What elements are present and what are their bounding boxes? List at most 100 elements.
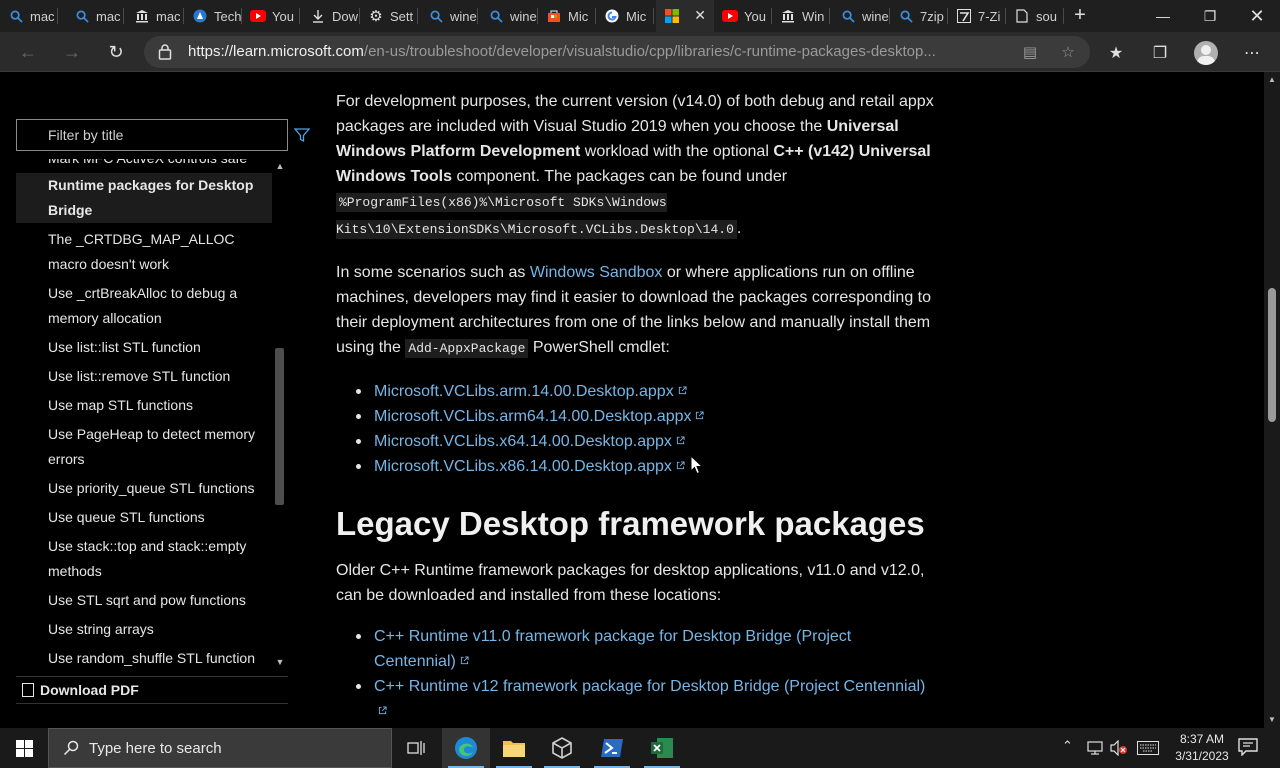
browser-tab[interactable]: You [714, 0, 772, 32]
filter-input[interactable] [17, 120, 287, 150]
toc-scrollbar[interactable]: ▲ ▼ [272, 159, 288, 671]
tray-chevron-icon[interactable]: ⌃ [1062, 738, 1073, 754]
taskbar-3d-app[interactable] [538, 728, 586, 768]
browser-tab[interactable]: Win [772, 0, 830, 32]
toc-item[interactable]: Use priority_queue STL functions [16, 476, 272, 501]
toc-scroll-thumb[interactable] [275, 348, 284, 505]
browser-tab[interactable]: mac [126, 0, 184, 32]
favorites-icon[interactable]: ★ [1105, 42, 1127, 64]
start-button[interactable] [0, 728, 48, 768]
favorite-star-icon[interactable]: ☆ [1058, 42, 1078, 62]
task-view-button[interactable] [392, 728, 440, 768]
taskbar-powershell[interactable] [588, 728, 636, 768]
toc-item[interactable]: Mark MFC ActiveX controls safe [16, 159, 272, 171]
browser-tab[interactable]: Dow [302, 0, 360, 32]
browser-tab[interactable]: Tech [184, 0, 242, 32]
url-text[interactable]: https://learn.microsoft.com/en-us/troubl… [188, 43, 1008, 60]
page-scrollbar[interactable]: ▲ ▼ [1264, 72, 1280, 728]
toc-scroll-up-icon[interactable]: ▲ [272, 161, 288, 171]
toc-scroll-down-icon[interactable]: ▼ [272, 657, 288, 667]
filter-icon[interactable] [294, 127, 310, 143]
browser-tab[interactable]: ✕ [656, 0, 714, 32]
toc-item[interactable]: Use map STL functions [16, 393, 272, 418]
tab-title: mac [156, 8, 181, 24]
volume-muted-icon[interactable] [1110, 740, 1128, 756]
address-bar[interactable]: https://learn.microsoft.com/en-us/troubl… [144, 36, 1090, 68]
restore-button[interactable]: ❐ [1187, 0, 1233, 32]
taskbar-edge[interactable] [442, 728, 490, 768]
tab-title: You [272, 8, 294, 24]
close-window-button[interactable]: ✕ [1234, 0, 1280, 32]
toc-item[interactable]: Use PageHeap to detect memory errors [16, 422, 272, 472]
browser-tab[interactable]: wine [420, 0, 478, 32]
tab-title: sou [1036, 8, 1057, 24]
profile-avatar[interactable] [1194, 41, 1218, 65]
package-download-link[interactable]: Microsoft.VCLibs.x64.14.00.Desktop.appx [374, 433, 685, 450]
toc-item[interactable]: Use list::list STL function [16, 335, 272, 360]
page-scroll-thumb[interactable] [1268, 288, 1276, 422]
browser-tab[interactable]: mac [66, 0, 124, 32]
keyboard-icon[interactable] [1137, 741, 1159, 755]
minimize-button[interactable]: — [1140, 0, 1186, 32]
package-download-link[interactable]: Microsoft.VCLibs.arm64.14.00.Desktop.app… [374, 408, 705, 425]
tab-separator [1063, 8, 1064, 24]
read-aloud-icon[interactable]: ▤ [1020, 42, 1040, 62]
toc-item[interactable]: Use random_shuffle STL function [16, 646, 272, 669]
taskbar-excel[interactable] [638, 728, 686, 768]
notifications-icon[interactable] [1238, 738, 1258, 756]
taskbar-search[interactable]: Type here to search [48, 728, 392, 768]
package-download-link[interactable]: Microsoft.VCLibs.x86.14.00.Desktop.appx [374, 458, 685, 475]
toc-item[interactable]: Use stack::top and stack::empty methods [16, 534, 272, 584]
list-item: Microsoft.VCLibs.arm.14.00.Desktop.appx [336, 379, 936, 404]
back-button[interactable]: ← [14, 38, 42, 66]
lock-icon [158, 44, 172, 60]
tab-title: wine [510, 8, 537, 24]
browser-tab[interactable]: wine [480, 0, 538, 32]
toc-item[interactable]: Use queue STL functions [16, 505, 272, 530]
table-of-contents: Mark MFC ActiveX controls safe Runtime pa… [16, 159, 272, 669]
tab-separator [653, 8, 654, 24]
toc-item[interactable]: Use list::remove STL function [16, 364, 272, 389]
search-icon [63, 740, 79, 756]
toc-item[interactable]: Use _crtBreakAlloc to debug a memory all… [16, 281, 272, 331]
browser-tab[interactable]: ⚙ Sett [360, 0, 418, 32]
new-tab-button[interactable]: + [1068, 4, 1092, 28]
windows-sandbox-link[interactable]: Windows Sandbox [530, 264, 663, 281]
package-download-link[interactable]: Microsoft.VCLibs.arm.14.00.Desktop.appx [374, 383, 687, 400]
browser-tab[interactable]: sou [1006, 0, 1064, 32]
tab-title: You [744, 8, 766, 24]
more-menu-icon[interactable]: ⋯ [1241, 42, 1263, 64]
browser-tab[interactable]: You [242, 0, 300, 32]
scroll-down-icon[interactable]: ▼ [1264, 715, 1280, 724]
tab-title: wine [862, 8, 889, 24]
network-icon[interactable] [1087, 740, 1103, 756]
legacy-package-link[interactable]: C++ Runtime v11.0 framework package for … [374, 628, 851, 670]
browser-tab[interactable]: 7zip [890, 0, 948, 32]
legacy-package-link[interactable]: C++ Runtime v12 framework package for De… [374, 678, 925, 720]
taskbar-file-explorer[interactable] [490, 728, 538, 768]
toc-item[interactable]: Use string arrays [16, 617, 272, 642]
list-item: C++ Runtime v12 framework package for De… [336, 674, 936, 724]
microsoft-icon [664, 8, 680, 24]
download-pdf-button[interactable]: Download PDF [16, 676, 288, 704]
toc-item[interactable]: The _CRTDBG_MAP_ALLOC macro doesn't work [16, 227, 272, 277]
toc-item[interactable]: Use STL sqrt and pow functions [16, 588, 272, 613]
browser-tab[interactable]: Mic [596, 0, 654, 32]
p2-text-3: PowerShell cmdlet: [528, 339, 670, 356]
browser-tab[interactable]: mac [0, 0, 58, 32]
refresh-button[interactable]: ↻ [102, 38, 130, 66]
system-clock[interactable]: 8:37 AM 3/31/2023 [1170, 731, 1234, 765]
paragraph-1: For development purposes, the current ve… [336, 89, 936, 243]
cube-icon [552, 737, 572, 759]
tab-close-icon[interactable]: ✕ [694, 7, 706, 24]
list-item: C++ Runtime v11.0 framework package for … [336, 624, 936, 674]
forward-button[interactable]: → [58, 38, 86, 66]
browser-tab[interactable]: 7-Zi [948, 0, 1006, 32]
scroll-up-icon[interactable]: ▲ [1264, 75, 1280, 84]
toc-item[interactable]: Runtime packages for Desktop Bridge [16, 173, 272, 223]
collections-icon[interactable]: ❐ [1149, 42, 1171, 64]
browser-tab[interactable]: wine [832, 0, 890, 32]
tab-separator [57, 8, 58, 24]
browser-tab[interactable]: Mic [538, 0, 596, 32]
section-heading: Legacy Desktop framework packages [336, 505, 925, 542]
